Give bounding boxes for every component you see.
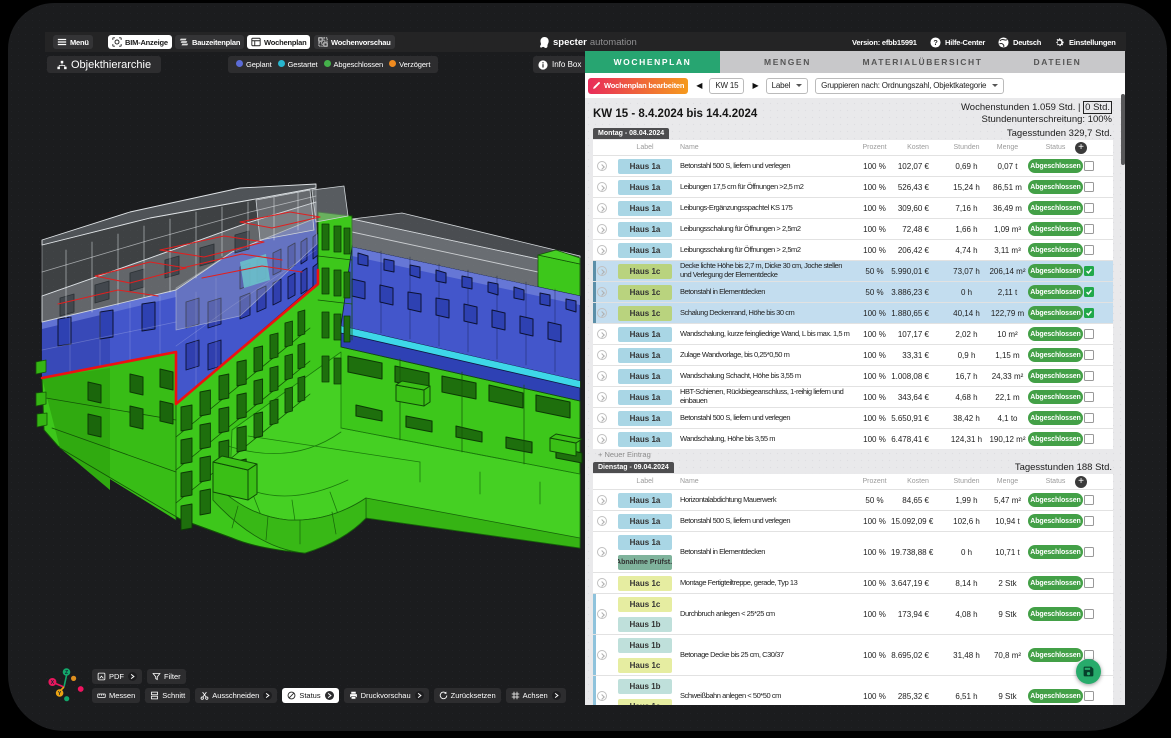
svg-text:Z: Z: [65, 670, 68, 676]
svg-text:?: ?: [933, 37, 938, 46]
